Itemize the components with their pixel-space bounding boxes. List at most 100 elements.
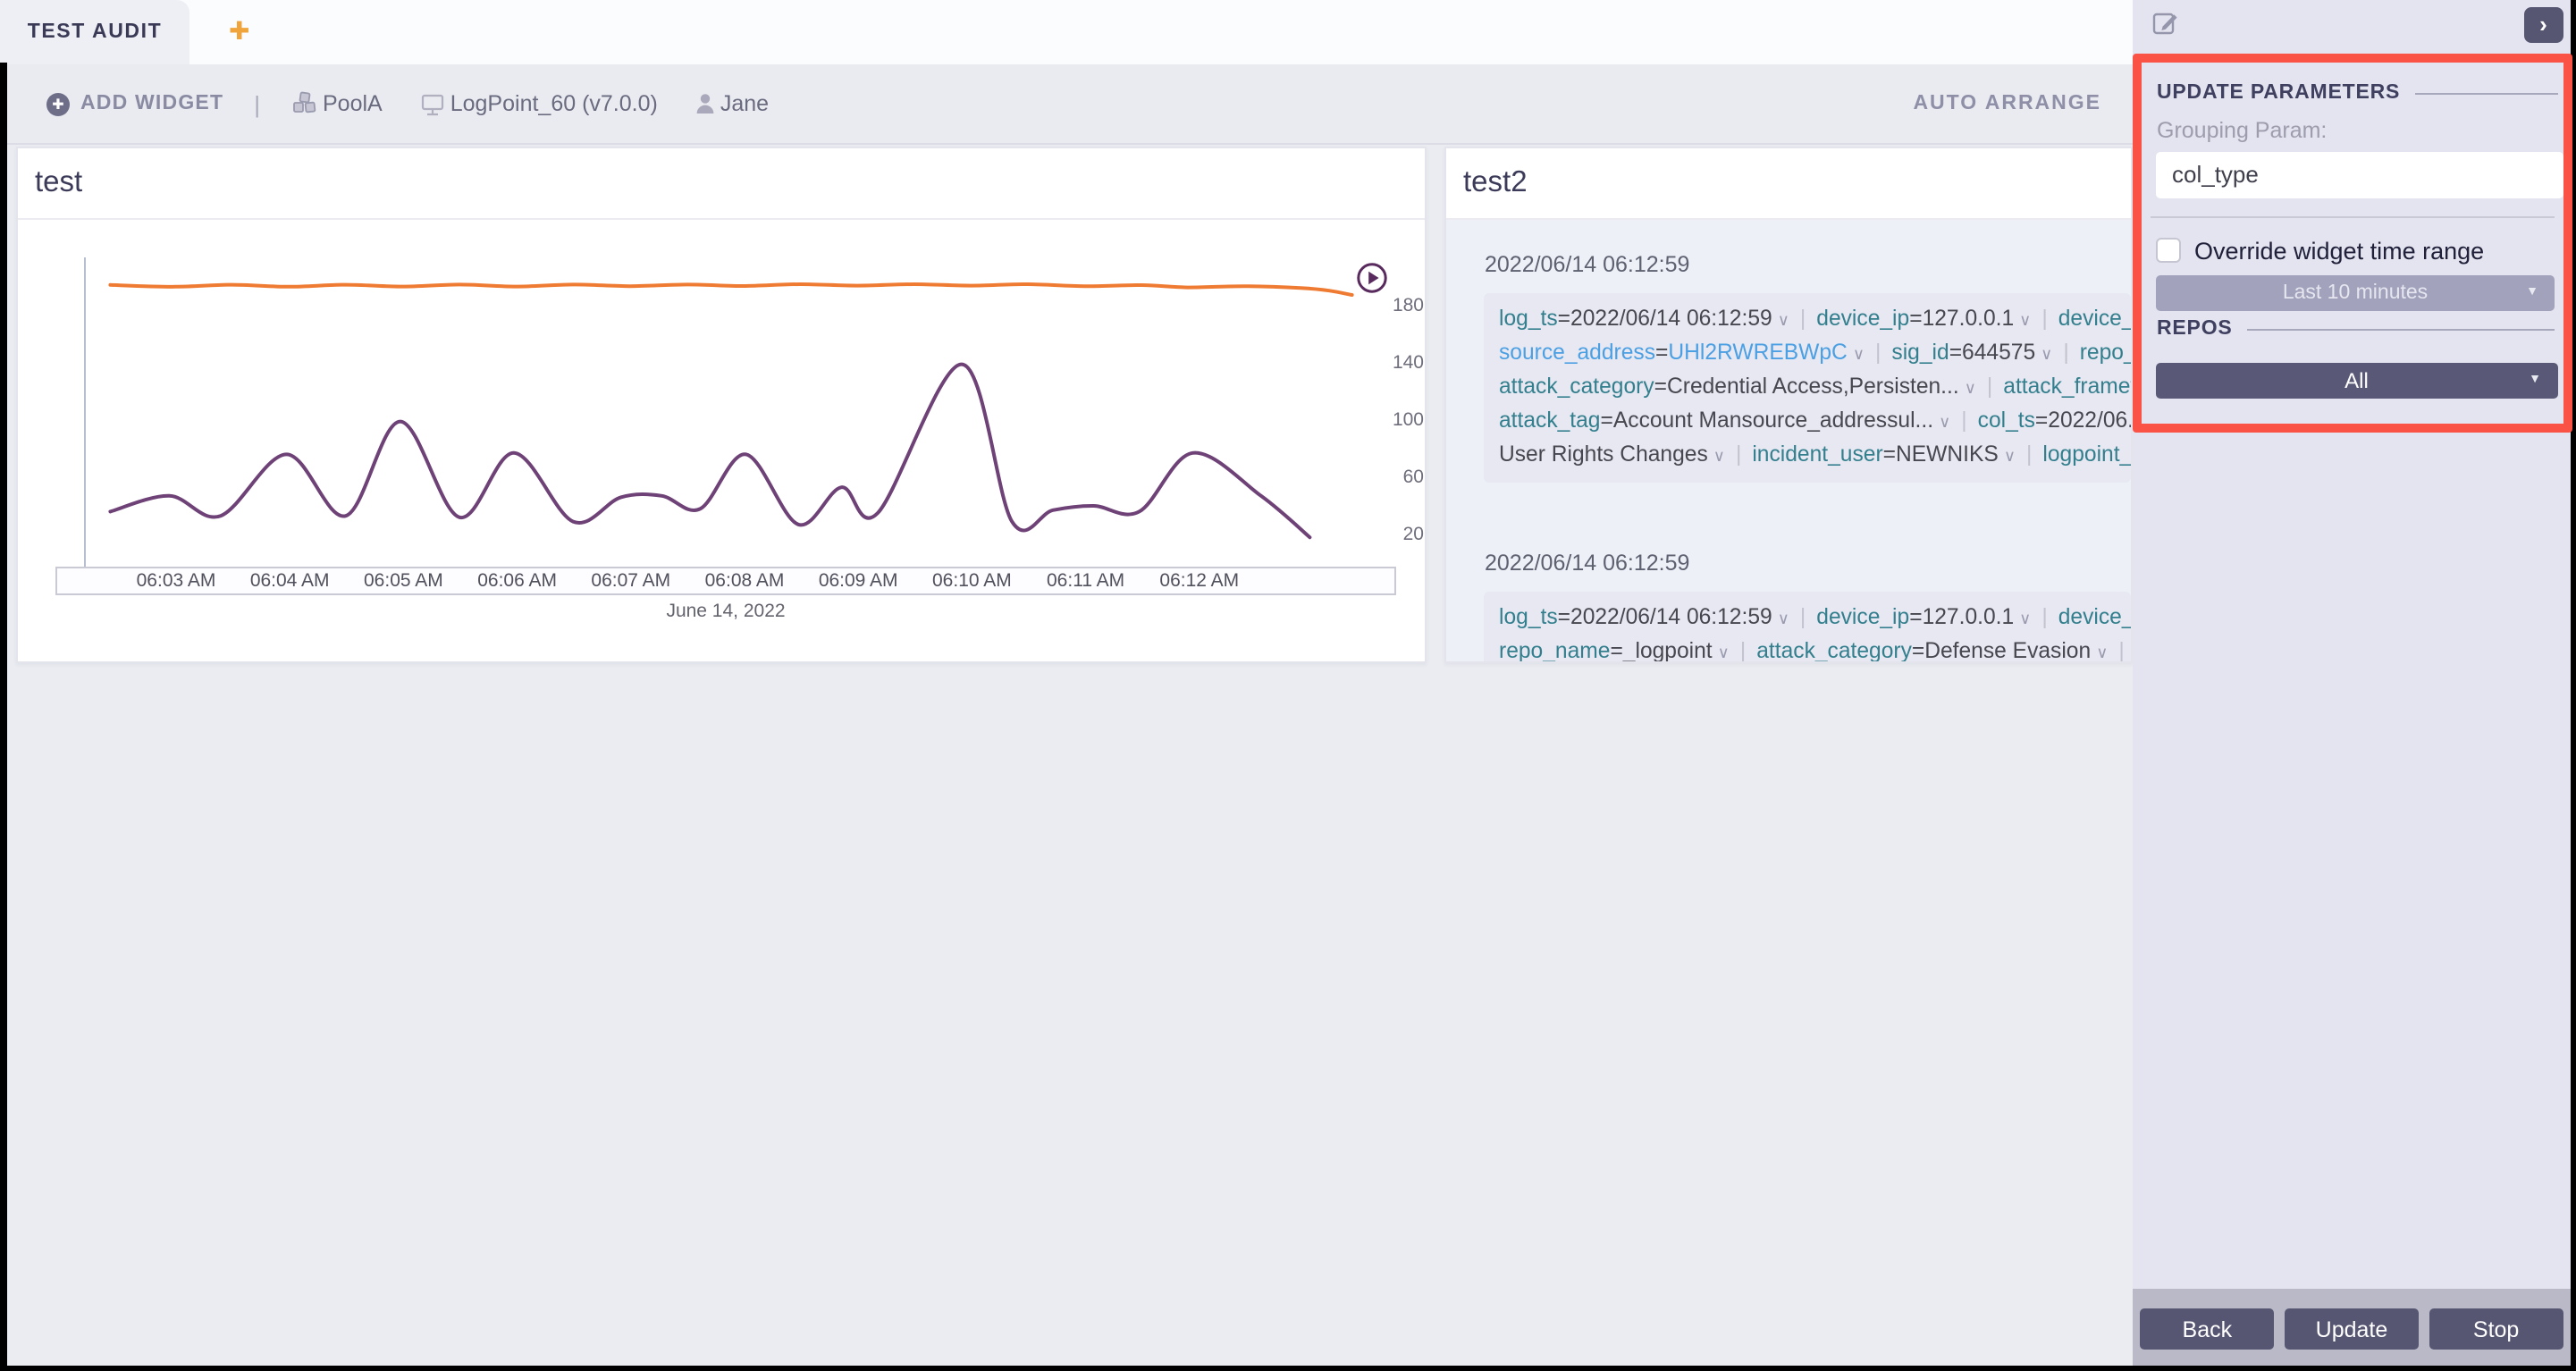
- play-circle-icon[interactable]: [1356, 262, 1386, 292]
- repos-heading-row: REPOS: [2157, 318, 2554, 340]
- log-line: attack_category=Credential Access,Persis…: [1499, 369, 2130, 403]
- log-field-value[interactable]: =: [1655, 339, 1668, 364]
- log-field-value[interactable]: =Credential Access,Persisten...: [1654, 373, 1959, 398]
- log-field-value[interactable]: =Account Mansource_addressul...: [1601, 407, 1934, 432]
- log-field-value[interactable]: =2022/06/14 06:12:59: [1558, 305, 1772, 330]
- tab-test-audit[interactable]: TEST AUDIT: [0, 0, 189, 64]
- log-line: attack_tag=Account Mansource_addressul..…: [1499, 403, 2130, 437]
- log-field-value[interactable]: =127.0.0.1: [1909, 603, 2014, 628]
- log-field-value[interactable]: =_logpoint: [1610, 637, 1712, 661]
- log-field-key[interactable]: device_: [2058, 603, 2130, 628]
- field-separator: |: [2041, 603, 2047, 628]
- time-range-dropdown[interactable]: Last 10 minutes ▼: [2156, 275, 2555, 311]
- x-tick-label: 06:05 AM: [364, 570, 443, 592]
- chevron-down-icon[interactable]: ∨: [2019, 609, 2031, 627]
- chevron-down-icon[interactable]: ∨: [1853, 344, 1865, 362]
- log-field-key[interactable]: logpoint_n: [2042, 441, 2130, 466]
- chevron-down-icon: ▼: [2529, 363, 2541, 399]
- log-field-value[interactable]: User Rights Changes: [1499, 441, 1708, 466]
- x-tick-label: 06:09 AM: [819, 570, 898, 592]
- chevron-down-icon[interactable]: ∨: [2019, 310, 2031, 328]
- person-icon: [695, 93, 715, 114]
- chevron-down-icon[interactable]: ∨: [1718, 643, 1730, 660]
- log-field-key[interactable]: UHl2RWREBWpC: [1668, 339, 1847, 364]
- log-field-key[interactable]: log_ts: [1499, 603, 1558, 628]
- dashboard-screen: TEST AUDIT ✚ ✚ ADD WIDGET | PoolA: [0, 0, 2576, 1371]
- field-separator: |: [1961, 407, 1966, 432]
- chevron-down-icon[interactable]: ∨: [1778, 310, 1789, 328]
- log-field-key[interactable]: col_ts: [1978, 407, 2035, 432]
- widget-test: test 1801401006020 06:03 AM06:04 AM06:05…: [15, 147, 1426, 663]
- log-entry: log_ts=2022/06/14 06:12:59 ∨ | device_ip=12…: [1483, 292, 2130, 482]
- y-tick-label: 140: [1352, 351, 1424, 373]
- override-time-range-checkbox[interactable]: [2156, 237, 2181, 262]
- plus-circle-icon: ✚: [46, 92, 70, 115]
- x-tick-label: 06:04 AM: [250, 570, 330, 592]
- chevron-down-icon[interactable]: ∨: [2041, 344, 2052, 362]
- log-field-key[interactable]: repo_na: [2080, 339, 2130, 364]
- toolbar-divider: |: [254, 90, 260, 117]
- log-field-value[interactable]: =644575: [1949, 339, 2035, 364]
- stop-button[interactable]: Stop: [2429, 1309, 2563, 1350]
- log-line: log_ts=2022/06/14 06:12:59 ∨ | device_ip=12…: [1499, 600, 2130, 634]
- field-separator: |: [2041, 305, 2047, 330]
- grouping-param-input[interactable]: [2156, 152, 2563, 198]
- pool-indicator: PoolA: [290, 91, 383, 116]
- log-field-key[interactable]: incident_user: [1752, 441, 1882, 466]
- chevron-down-icon[interactable]: ∨: [2004, 446, 2016, 464]
- log-field-key[interactable]: attack_category: [1756, 637, 1912, 661]
- x-tick-label: 06:10 AM: [932, 570, 1012, 592]
- log-line: source_address=UHl2RWREBWpC∨|sig_id=6445…: [1499, 335, 2130, 369]
- log-field-key[interactable]: device_: [2058, 305, 2130, 330]
- log-field-value[interactable]: =NEWNIKS: [1883, 441, 1999, 466]
- y-tick-label: 180: [1352, 294, 1424, 315]
- user-indicator: Jane: [695, 91, 769, 116]
- chevron-down-icon[interactable]: ∨: [2096, 643, 2108, 660]
- field-separator: |: [1740, 637, 1746, 661]
- log-field-key[interactable]: repo_name: [1499, 637, 1610, 661]
- panel-collapse-button[interactable]: ›: [2523, 6, 2563, 43]
- log-line: log_ts=2022/06/14 06:12:59 ∨ | device_ip=12…: [1499, 301, 2130, 335]
- log-field-key[interactable]: source_address: [1499, 339, 1655, 364]
- log-line: User Rights Changes∨|incident_user=NEWNI…: [1499, 437, 2130, 471]
- log-field-key[interactable]: log_ts: [1499, 305, 1558, 330]
- pool-name: PoolA: [323, 91, 383, 116]
- edit-compose-icon[interactable]: [2151, 9, 2178, 36]
- parameters-panel: › UPDATE PARAMETERS Grouping Param: Over…: [2132, 0, 2572, 1371]
- update-button[interactable]: Update: [2285, 1309, 2420, 1350]
- back-button[interactable]: Back: [2140, 1309, 2275, 1350]
- grouping-param-label: Grouping Param:: [2157, 118, 2327, 143]
- repos-heading-rule: [2247, 328, 2554, 330]
- x-tick-label: 06:08 AM: [705, 570, 785, 592]
- override-time-range-label: Override widget time range: [2194, 237, 2484, 264]
- log-field-value[interactable]: =127.0.0.1: [1909, 305, 2014, 330]
- tab-bar: TEST AUDIT ✚: [0, 0, 2132, 64]
- chevron-down-icon[interactable]: ∨: [1778, 609, 1789, 627]
- chevron-down-icon[interactable]: ∨: [1939, 412, 1950, 430]
- update-parameters-heading: UPDATE PARAMETERS: [2157, 82, 2400, 104]
- add-tab-icon[interactable]: ✚: [229, 16, 249, 46]
- x-tick-label: 06:11 AM: [1047, 570, 1124, 592]
- log-field-key[interactable]: attack_tag: [1499, 407, 1601, 432]
- dashboard-toolbar: ✚ ADD WIDGET | PoolA LogPoint_60 (v7.0.0…: [0, 64, 2132, 145]
- log-field-key[interactable]: device_ip: [1816, 603, 1909, 628]
- log-field-key[interactable]: attack_framew: [2003, 373, 2130, 398]
- log-field-value[interactable]: =Defense Evasion: [1912, 637, 2091, 661]
- log-field-value[interactable]: =2022/06.: [2035, 407, 2130, 432]
- field-separator: |: [1987, 373, 1992, 398]
- y-tick-label: 60: [1352, 466, 1424, 487]
- panel-separator: [2150, 216, 2554, 218]
- log-field-value[interactable]: =2022/06/14 06:12:59: [1558, 603, 1772, 628]
- auto-arrange-button[interactable]: AUTO ARRANGE: [1913, 93, 2101, 114]
- log-field-key[interactable]: device_ip: [1816, 305, 1909, 330]
- logpoint-indicator: LogPoint_60 (v7.0.0): [420, 91, 658, 116]
- log-field-key[interactable]: sig_id: [1891, 339, 1949, 364]
- add-widget-button[interactable]: ✚ ADD WIDGET: [46, 92, 223, 115]
- purple-series-line: [109, 365, 1309, 538]
- repos-dropdown[interactable]: All ▼: [2156, 363, 2557, 399]
- log-field-key[interactable]: attack_category: [1499, 373, 1654, 398]
- chevron-down-icon[interactable]: ∨: [1713, 446, 1725, 464]
- chevron-down-icon[interactable]: ∨: [1965, 378, 1976, 396]
- field-separator: |: [2118, 637, 2124, 661]
- x-axis-strip[interactable]: 06:03 AM06:04 AM06:05 AM06:06 AM06:07 AM…: [55, 567, 1396, 594]
